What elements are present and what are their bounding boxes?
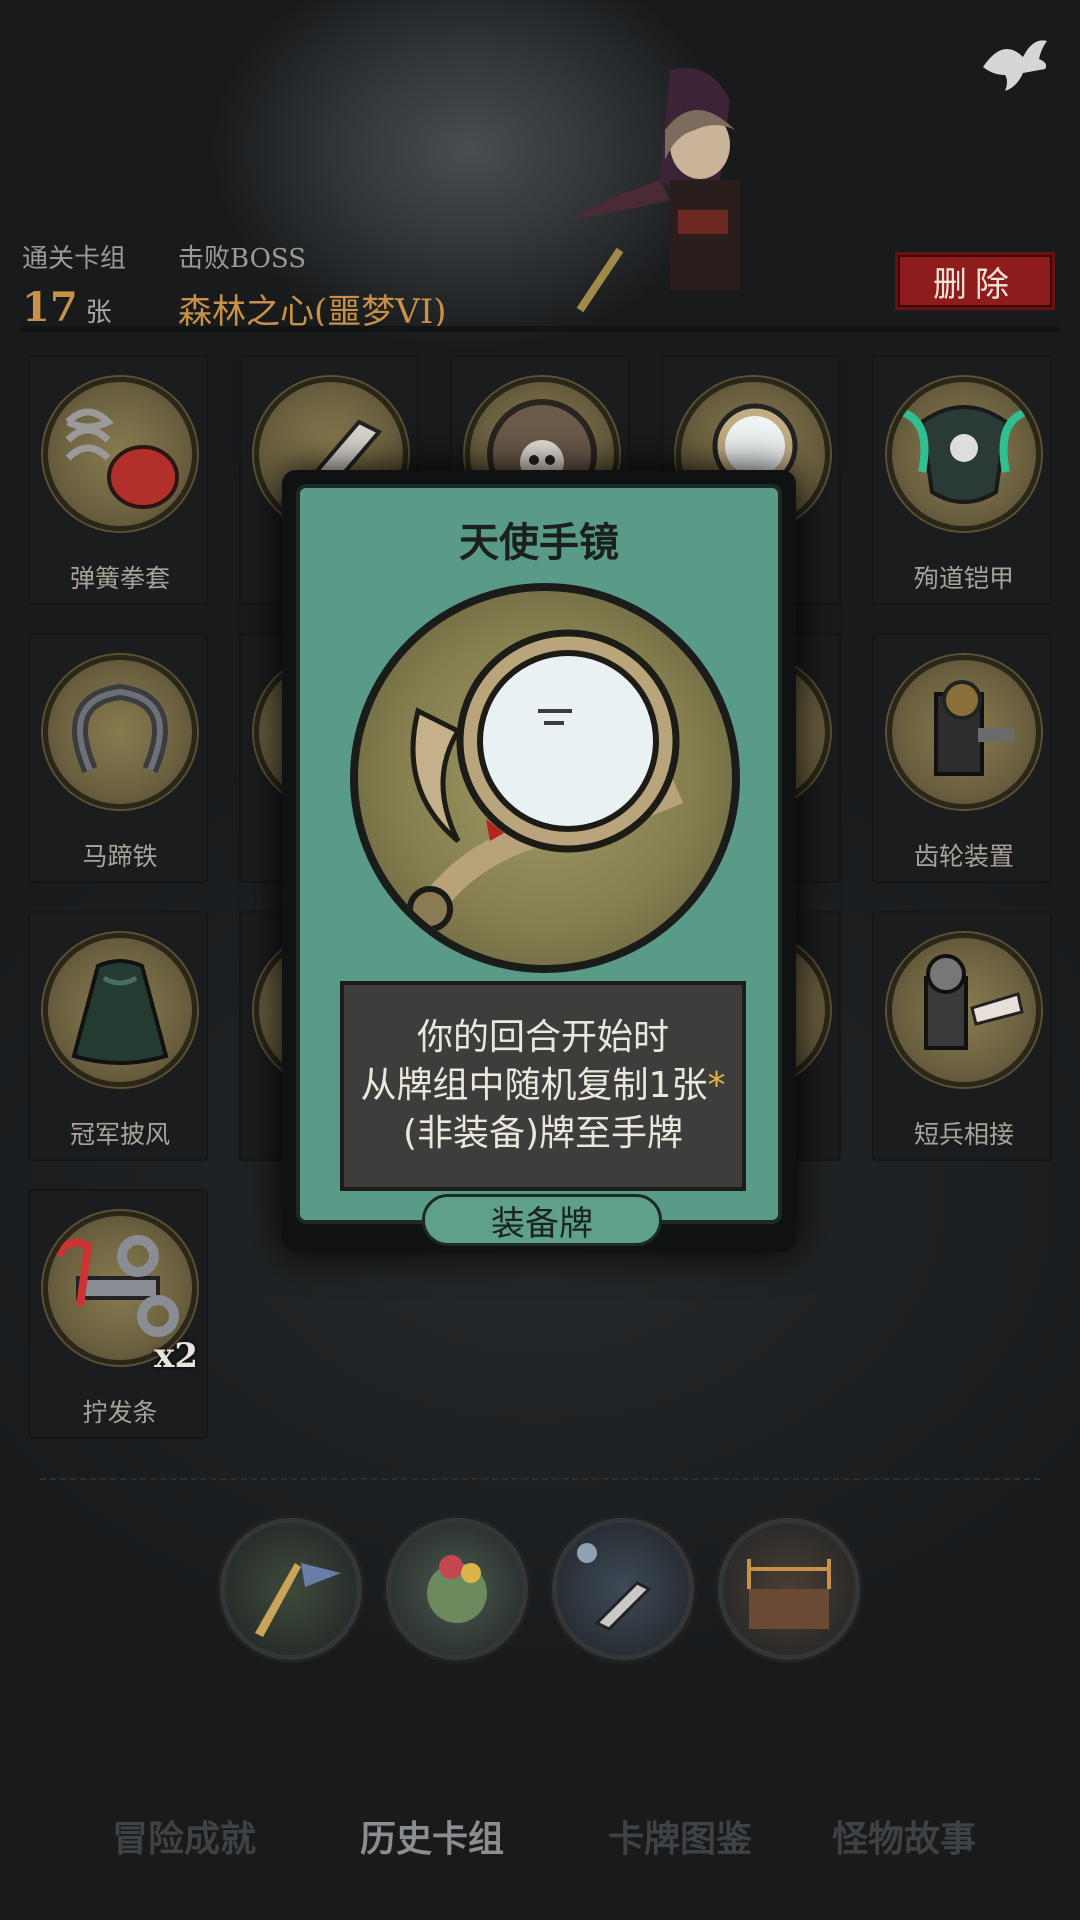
card-slot-name: 冠军披风 bbox=[69, 1120, 170, 1149]
card-desc-line-2: 从牌组中随机复制1张* bbox=[360, 1065, 726, 1106]
tab-0[interactable]: 冒险成就 bbox=[112, 1810, 256, 1862]
horseshoe-icon bbox=[43, 655, 197, 809]
card-slot-name: 短兵相接 bbox=[913, 1120, 1014, 1149]
cape-icon bbox=[43, 933, 197, 1087]
forest-spirit-icon[interactable] bbox=[386, 1518, 528, 1660]
hero-portrait bbox=[570, 68, 740, 313]
card-title: 天使手镜 bbox=[459, 519, 619, 566]
card-slot-name: 马蹄铁 bbox=[82, 842, 158, 871]
card-desc-line-3: (非装备)牌至手牌 bbox=[402, 1113, 684, 1154]
knight-icon bbox=[887, 933, 1041, 1087]
card-slot[interactable]: 短兵相接 bbox=[872, 911, 1052, 1161]
bottom-tabs: 冒险成就 历史卡组 卡牌图鉴 怪物故事 bbox=[0, 1810, 1080, 1870]
boxing-glove-icon bbox=[43, 377, 197, 531]
angel-mirror-icon bbox=[350, 583, 740, 973]
card-slot-name: 殉道铠甲 bbox=[913, 564, 1014, 593]
tab-1[interactable]: 历史卡组 bbox=[360, 1810, 504, 1862]
armor-icon bbox=[887, 377, 1041, 531]
card-slot[interactable]: 冠军披风 bbox=[28, 911, 208, 1161]
tab-2[interactable]: 卡牌图鉴 bbox=[608, 1810, 752, 1862]
cleared-deck-label: 通关卡组 bbox=[22, 244, 127, 274]
section-divider bbox=[40, 1478, 1040, 1480]
warrior-banner-icon[interactable] bbox=[220, 1518, 362, 1660]
card-frame: 天使手镜 你的回合开始时 从牌组中随机复制1张* (非装备)牌至手牌 装备牌 bbox=[296, 484, 782, 1246]
cleared-deck-stat: 通关卡组 17 张 bbox=[22, 238, 127, 331]
card-desc-line-1: 你的回合开始时 bbox=[416, 1017, 669, 1058]
back-button[interactable] bbox=[975, 30, 1055, 100]
header-divider bbox=[20, 326, 1060, 332]
card-slot-name: 齿轮装置 bbox=[913, 842, 1014, 871]
dove-icon bbox=[983, 40, 1047, 91]
card-slot-name: 弹簧拳套 bbox=[69, 564, 170, 593]
cleared-deck-unit: 张 bbox=[85, 298, 112, 328]
card-slot[interactable]: 齿轮装置 bbox=[872, 633, 1052, 883]
boxing-ring-icon[interactable] bbox=[718, 1518, 860, 1660]
card-detail-popup[interactable]: 天使手镜 你的回合开始时 从牌组中随机复制1张* (非装备)牌至手牌 装备牌 bbox=[282, 470, 796, 1252]
gear-device-icon bbox=[887, 655, 1041, 809]
card-slot[interactable]: 弹簧拳套 bbox=[28, 355, 208, 605]
card-description: 你的回合开始时 从牌组中随机复制1张* (非装备)牌至手牌 bbox=[340, 981, 746, 1191]
defeated-boss-label: 击败BOSS bbox=[178, 244, 307, 274]
blade-icon[interactable] bbox=[552, 1518, 694, 1660]
tab-3[interactable]: 怪物故事 bbox=[832, 1810, 976, 1862]
card-slot[interactable]: 殉道铠甲 bbox=[872, 355, 1052, 605]
defeated-boss-stat: 击败BOSS 森林之心(噩梦VI) bbox=[178, 238, 447, 332]
card-type-badge: 装备牌 bbox=[422, 1194, 662, 1246]
card-slot[interactable]: 拧发条 x2 bbox=[28, 1189, 208, 1439]
card-count-badge: x2 bbox=[154, 1336, 198, 1376]
delete-button[interactable]: 删除 bbox=[895, 252, 1055, 310]
card-slot[interactable]: 马蹄铁 bbox=[28, 633, 208, 883]
cleared-deck-count: 17 bbox=[22, 284, 78, 331]
card-slot-name: 拧发条 bbox=[82, 1398, 158, 1427]
keyword-star: * bbox=[707, 1065, 726, 1106]
